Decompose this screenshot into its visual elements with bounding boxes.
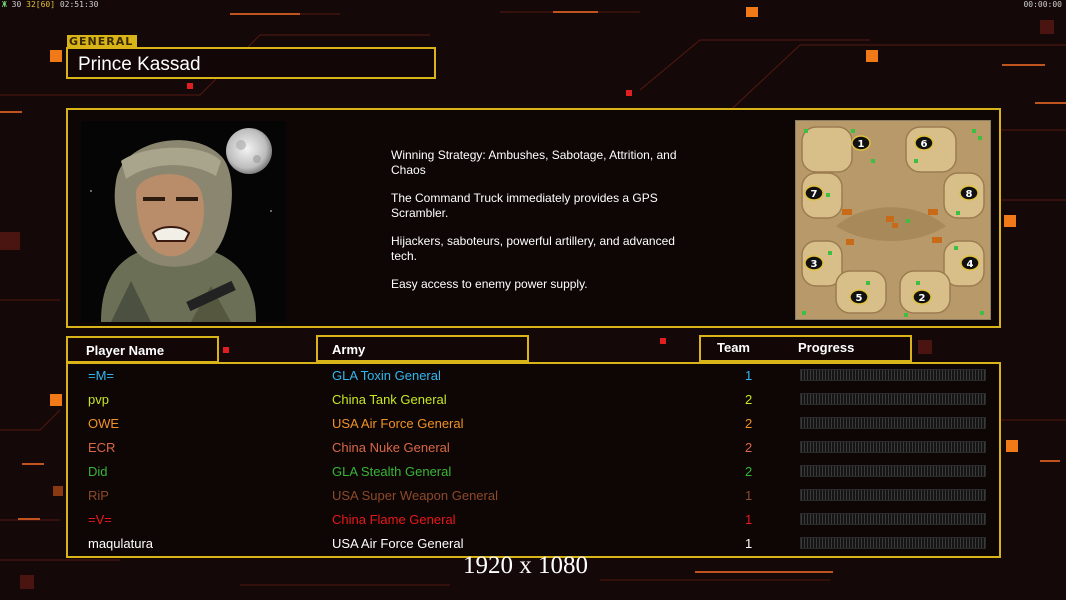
team-number: 2: [745, 440, 753, 455]
player-name: =M=: [88, 368, 115, 383]
progress-header-label: Progress: [798, 340, 855, 355]
army-name: GLA Toxin General: [332, 368, 441, 383]
strategy-line: Winning Strategy: Ambushes, Sabotage, At…: [391, 148, 677, 177]
army-name: GLA Stealth General: [332, 464, 452, 479]
map-slot-label: 5: [856, 293, 863, 304]
army-name: China Tank General: [332, 392, 447, 407]
map-slot-label: 7: [811, 189, 818, 200]
progress-bar: [800, 465, 986, 477]
player-name: maqulatura: [88, 536, 154, 551]
map-slot-label: 1: [858, 139, 865, 150]
team-progress-header: Team Progress: [699, 335, 912, 362]
table-row: =M= GLA Toxin General 1: [68, 364, 999, 388]
army-name: China Nuke General: [332, 440, 450, 455]
table-row: OWE USA Air Force General 2: [68, 412, 999, 436]
general-name-box: Prince Kassad: [66, 47, 436, 79]
map-slot-label: 6: [921, 139, 928, 150]
player-name: ECR: [88, 440, 116, 455]
performance-readout: Ж 30 32[60] 02:51:30: [2, 0, 98, 9]
team-number: 2: [745, 464, 753, 479]
map-slot-label: 4: [967, 259, 974, 270]
army-name: USA Air Force General: [332, 416, 464, 431]
map-slot-label: 8: [966, 189, 973, 200]
table-row: pvp China Tank General 2: [68, 388, 999, 412]
player-name: pvp: [88, 392, 109, 407]
team-number: 2: [745, 392, 753, 407]
player-name: =V=: [88, 512, 112, 527]
player-name: OWE: [88, 416, 120, 431]
team-number: 1: [745, 488, 753, 503]
army-header-label: Army: [332, 342, 366, 357]
team-number: 1: [745, 368, 753, 383]
general-info-panel: Winning Strategy: Ambushes, Sabotage, At…: [66, 108, 1001, 328]
strategy-description: Winning Strategy: Ambushes, Sabotage, At…: [391, 148, 711, 306]
army-name: USA Super Weapon General: [332, 488, 498, 503]
player-table: =M= GLA Toxin General 1 pvp China Tank G…: [66, 362, 1001, 558]
team-number: 1: [745, 512, 753, 527]
player-name-header-label: Player Name: [86, 343, 165, 358]
progress-bar: [800, 489, 986, 501]
general-portrait: [81, 121, 286, 322]
team-number: 1: [745, 536, 753, 551]
resolution-label: 1920 x 1080: [463, 552, 588, 579]
game-clock: 02:51:30: [59, 0, 99, 9]
strategy-line: The Command Truck immediately provides a…: [391, 191, 658, 220]
table-row: RiP USA Super Weapon General 1: [68, 484, 999, 508]
progress-bar: [800, 417, 986, 429]
army-name: USA Air Force General: [332, 536, 464, 551]
map-slot-label: 3: [811, 259, 818, 270]
progress-bar: [800, 513, 986, 525]
army-name: China Flame General: [332, 512, 456, 527]
map-preview: 1 6 7 8 3 4 5 2: [795, 120, 991, 320]
table-row: Did GLA Stealth General 2: [68, 460, 999, 484]
progress-bar: [800, 537, 986, 549]
progress-bar: [800, 441, 986, 453]
team-header-label: Team: [717, 340, 750, 355]
player-name: RiP: [88, 488, 109, 503]
map-slot-label: 2: [919, 293, 926, 304]
elapsed-clock: 00:00:00: [1023, 0, 1062, 9]
army-header: Army: [316, 335, 529, 362]
strategy-line: Easy access to enemy power supply.: [391, 277, 588, 291]
strategy-line: Hijackers, saboteurs, powerful artillery…: [391, 234, 675, 263]
table-row: ECR China Nuke General 2: [68, 436, 999, 460]
fps-label: 30: [11, 0, 22, 9]
progress-bar: [800, 393, 986, 405]
team-number: 2: [745, 416, 753, 431]
player-name: Did: [88, 464, 108, 479]
general-name: Prince Kassad: [78, 54, 201, 75]
player-name-header: Player Name: [66, 336, 219, 363]
hud-prefix: Ж: [2, 0, 7, 9]
progress-bar: [800, 369, 986, 381]
fps-values: 32[60]: [26, 0, 56, 9]
table-row: =V= China Flame General 1: [68, 508, 999, 532]
